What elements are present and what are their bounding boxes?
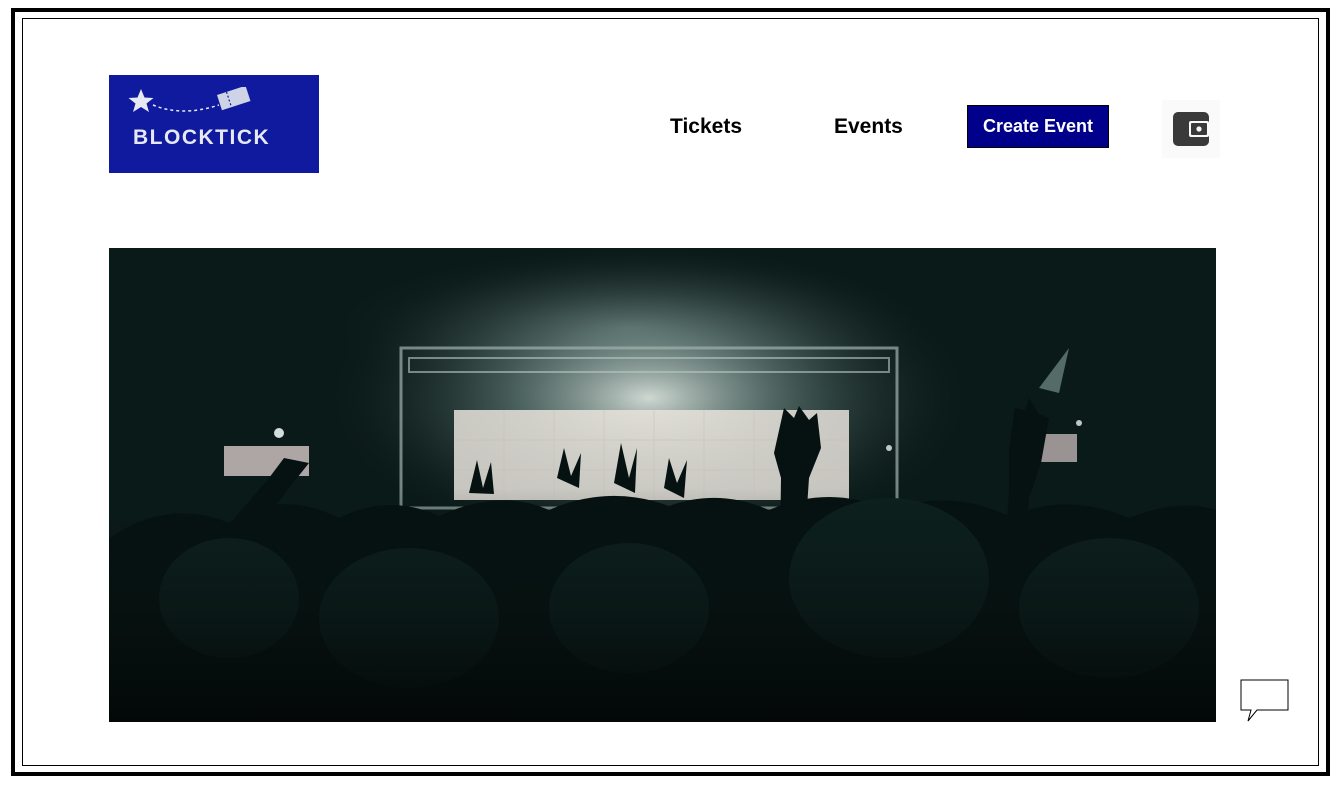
nav-tickets[interactable]: Tickets [670, 115, 742, 139]
page-frame-inner: BLOCKTICK Tickets Events Create Event [22, 18, 1319, 766]
create-event-button[interactable]: Create Event [967, 105, 1109, 148]
star-ticket-logo-icon [128, 87, 251, 112]
hero-image [109, 248, 1216, 722]
nav-events[interactable]: Events [834, 115, 903, 139]
speech-bubble-icon [1240, 679, 1289, 722]
concert-crowd-photo [109, 248, 1216, 722]
chat-button[interactable] [1240, 679, 1290, 728]
wallet-icon [1173, 112, 1209, 146]
page-frame: BLOCKTICK Tickets Events Create Event [11, 8, 1330, 776]
cropped-heading-fragment [88, 0, 94, 7]
wallet-button[interactable] [1162, 100, 1220, 158]
brand-logo[interactable]: BLOCKTICK [109, 75, 319, 173]
brand-name: BLOCKTICK [133, 126, 271, 149]
